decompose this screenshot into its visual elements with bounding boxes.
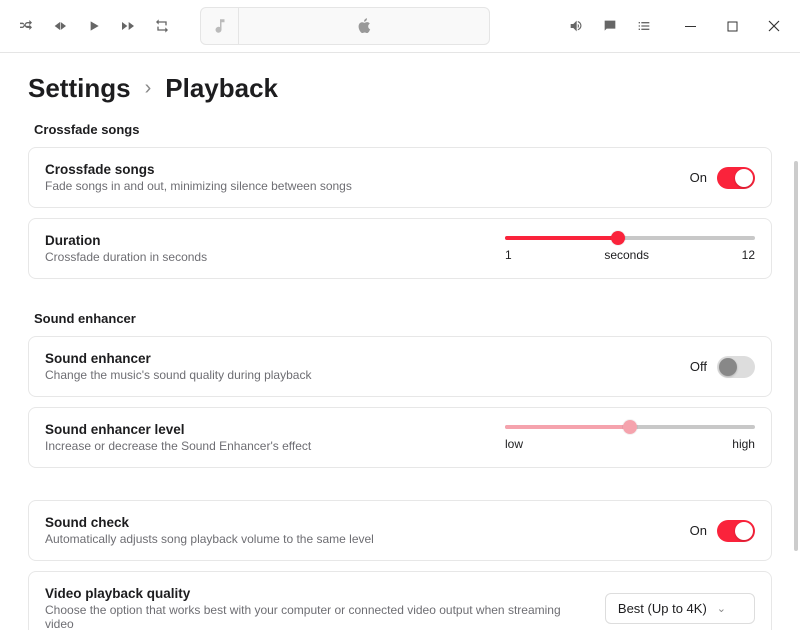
chevron-right-icon: › — [145, 77, 152, 100]
breadcrumb-current: Playback — [165, 73, 278, 104]
lyrics-button[interactable] — [596, 12, 624, 40]
enhancer-toggle-card: Sound enhancer Change the music's sound … — [28, 336, 772, 397]
video-quality-select[interactable]: Best (Up to 4K) ⌄ — [605, 593, 755, 624]
maximize-window-button[interactable] — [718, 12, 746, 40]
section-header-crossfade: Crossfade songs — [34, 122, 772, 137]
settings-content: Settings › Playback Crossfade songs Cros… — [0, 53, 800, 630]
crossfade-toggle[interactable] — [717, 167, 755, 189]
enhancer-level-card: Sound enhancer level Increase or decreas… — [28, 407, 772, 468]
row-title: Sound enhancer level — [45, 422, 489, 437]
music-note-icon — [201, 8, 239, 44]
queue-button[interactable] — [630, 12, 658, 40]
row-subtitle: Choose the option that works best with y… — [45, 603, 589, 630]
slider-unit-label: seconds — [604, 248, 649, 262]
scrollbar[interactable] — [794, 161, 798, 551]
row-subtitle: Change the music's sound quality during … — [45, 368, 674, 382]
chevron-down-icon: ⌄ — [717, 602, 726, 615]
toggle-state-label: On — [690, 170, 707, 185]
apple-logo-icon — [239, 17, 489, 35]
close-window-button[interactable] — [760, 12, 788, 40]
breadcrumb: Settings › Playback — [28, 73, 772, 104]
crossfade-duration-card: Duration Crossfade duration in seconds 1… — [28, 218, 772, 279]
sound-check-toggle[interactable] — [717, 520, 755, 542]
minimize-window-button[interactable] — [676, 12, 704, 40]
breadcrumb-parent[interactable]: Settings — [28, 73, 131, 104]
row-subtitle: Crossfade duration in seconds — [45, 250, 489, 264]
row-title: Video playback quality — [45, 586, 589, 601]
slider-max-label: 12 — [742, 248, 755, 262]
slider-low-label: low — [505, 437, 523, 451]
now-playing-panel — [200, 7, 490, 45]
section-header-enhancer: Sound enhancer — [34, 311, 772, 326]
row-title: Crossfade songs — [45, 162, 674, 177]
enhancer-toggle[interactable] — [717, 356, 755, 378]
shuffle-button[interactable] — [12, 12, 40, 40]
repeat-button[interactable] — [148, 12, 176, 40]
row-subtitle: Fade songs in and out, minimizing silenc… — [45, 179, 674, 193]
volume-button[interactable] — [562, 12, 590, 40]
row-subtitle: Automatically adjusts song playback volu… — [45, 532, 674, 546]
crossfade-duration-slider[interactable] — [505, 236, 755, 240]
slider-min-label: 1 — [505, 248, 512, 262]
previous-button[interactable] — [46, 12, 74, 40]
row-subtitle: Increase or decrease the Sound Enhancer'… — [45, 439, 489, 453]
row-title: Sound enhancer — [45, 351, 674, 366]
play-button[interactable] — [80, 12, 108, 40]
player-toolbar — [0, 0, 800, 53]
row-title: Duration — [45, 233, 489, 248]
next-button[interactable] — [114, 12, 142, 40]
slider-high-label: high — [732, 437, 755, 451]
sound-check-card: Sound check Automatically adjusts song p… — [28, 500, 772, 561]
toggle-state-label: On — [690, 523, 707, 538]
enhancer-level-slider[interactable] — [505, 425, 755, 429]
video-quality-card: Video playback quality Choose the option… — [28, 571, 772, 630]
select-value: Best (Up to 4K) — [618, 601, 707, 616]
toggle-state-label: Off — [690, 359, 707, 374]
row-title: Sound check — [45, 515, 674, 530]
crossfade-toggle-card: Crossfade songs Fade songs in and out, m… — [28, 147, 772, 208]
